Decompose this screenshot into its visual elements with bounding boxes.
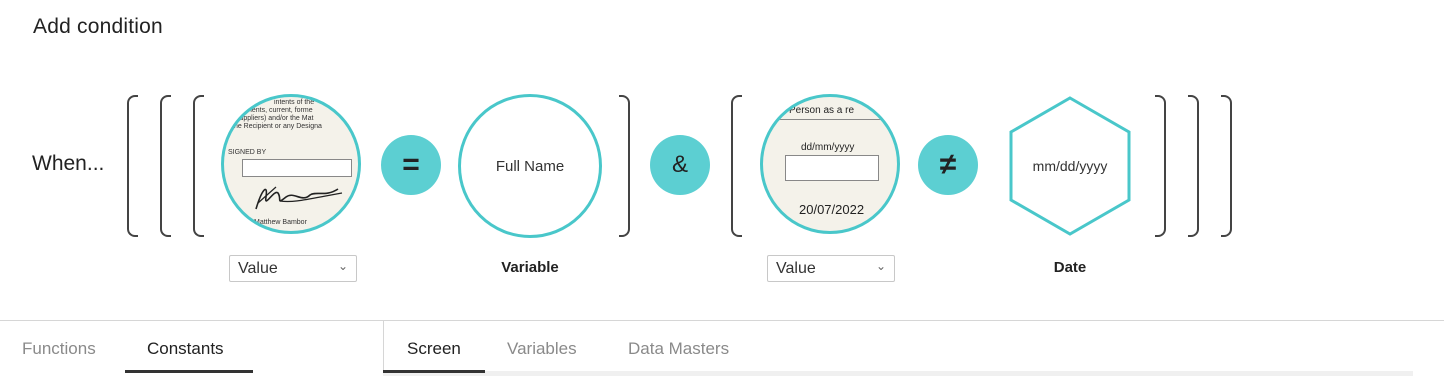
- panel-divider: [0, 320, 1444, 321]
- close-bracket: [1221, 95, 1232, 237]
- joiner-and[interactable]: &: [650, 135, 710, 195]
- close-bracket: [1155, 95, 1166, 237]
- date-format-hint: dd/mm/yyyy: [801, 142, 855, 153]
- operand-3-field[interactable]: Person as a re dd/mm/yyyy 20/07/2022: [760, 94, 900, 234]
- bottom-strip: [383, 371, 1413, 376]
- open-bracket: [193, 95, 204, 237]
- signature-image: [255, 186, 343, 210]
- tab-constants[interactable]: Constants: [147, 339, 224, 359]
- doc-text-line: intents of the: [274, 99, 315, 106]
- operand-3-type-dropdown[interactable]: Value ⌄: [767, 255, 895, 282]
- tab-screen[interactable]: Screen: [407, 339, 461, 359]
- signer-name: Matthew Bambor: [254, 219, 307, 226]
- date-format-text: mm/dd/yyyy: [1032, 158, 1108, 174]
- tab-data-masters[interactable]: Data Masters: [628, 339, 729, 359]
- tab-variables[interactable]: Variables: [507, 339, 577, 359]
- chevron-down-icon: ⌄: [875, 259, 886, 273]
- operand-2-type-label: Variable: [501, 259, 559, 276]
- doc-text-line: nents, current, forme: [248, 107, 313, 114]
- chevron-down-icon: ⌄: [337, 259, 348, 273]
- doc-text-line: the Recipient or any Designa: [232, 123, 322, 130]
- open-bracket: [731, 95, 742, 237]
- dropdown-value: Value: [238, 260, 278, 277]
- operator-symbol: ≠: [939, 148, 957, 181]
- doc-header-text: Person as a re: [789, 105, 855, 116]
- open-bracket: [127, 95, 138, 237]
- close-bracket: [619, 95, 630, 237]
- tab-active-indicator: [125, 370, 253, 373]
- close-bracket: [1188, 95, 1199, 237]
- condition-prefix: When...: [32, 152, 105, 175]
- panel-vertical-divider: [383, 320, 384, 376]
- doc-input-box: [785, 155, 879, 181]
- open-bracket: [160, 95, 171, 237]
- operator-equals[interactable]: =: [381, 135, 441, 195]
- date-value: 20/07/2022: [799, 202, 865, 217]
- operand-1-type-dropdown[interactable]: Value ⌄: [229, 255, 357, 282]
- tab-active-indicator: [383, 370, 485, 373]
- signed-by-label: SIGNED BY: [228, 149, 267, 156]
- operand-1-field[interactable]: intents of the nents, current, forme sup…: [221, 94, 361, 234]
- operator-symbol: =: [402, 148, 420, 181]
- doc-text-line: suppliers) and/or the Mat: [236, 115, 314, 122]
- operand-2-variable[interactable]: Full Name: [458, 94, 602, 238]
- variable-name: Full Name: [495, 157, 565, 175]
- dropdown-value: Value: [776, 260, 816, 277]
- page-title: Add condition: [33, 15, 163, 38]
- doc-divider: [763, 119, 897, 120]
- operator-not-equals[interactable]: ≠: [918, 135, 978, 195]
- doc-input-box: [242, 159, 352, 177]
- operand-4-type-label: Date: [1053, 259, 1087, 276]
- operand-4-date[interactable]: mm/dd/yyyy: [1008, 95, 1132, 237]
- joiner-symbol: &: [671, 151, 688, 178]
- tab-functions[interactable]: Functions: [22, 339, 96, 359]
